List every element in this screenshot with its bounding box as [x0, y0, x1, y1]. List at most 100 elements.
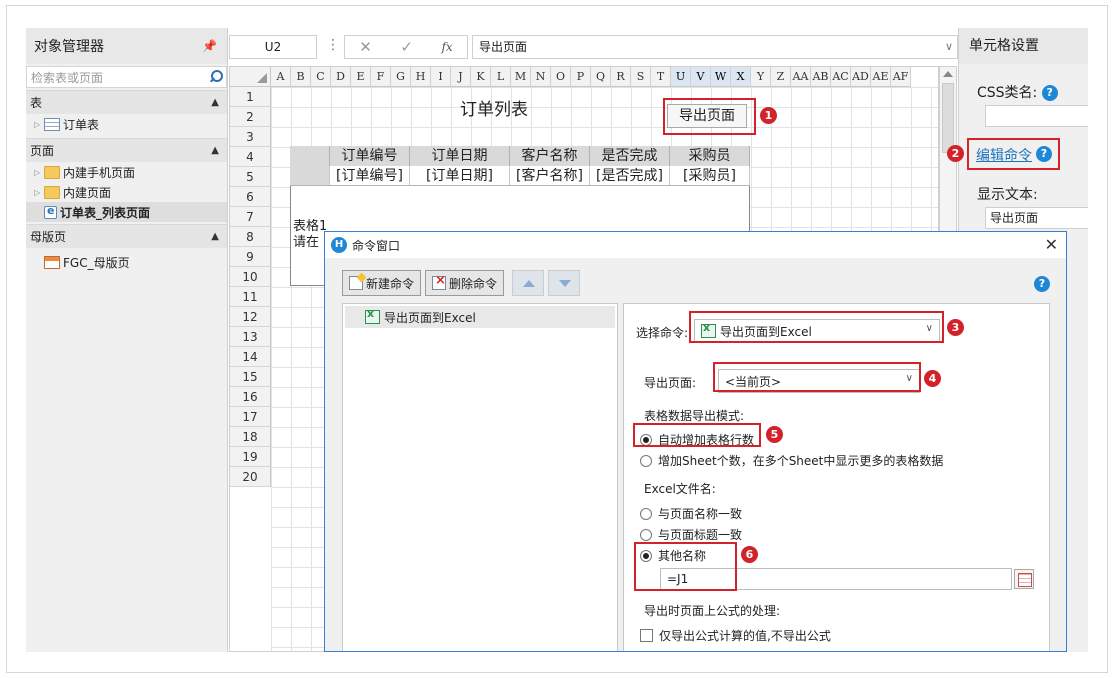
- table-header[interactable]: 订单日期: [410, 146, 510, 166]
- move-up-button[interactable]: [512, 270, 545, 296]
- formula-editor-icon[interactable]: [1014, 569, 1034, 589]
- row-header[interactable]: 7: [230, 207, 271, 227]
- column-header[interactable]: D: [331, 67, 351, 87]
- name-same-page-radio[interactable]: 与页面名称一致: [640, 505, 742, 522]
- table-cell[interactable]: [订单编号]: [330, 166, 410, 185]
- cell-reference-box[interactable]: U2: [229, 35, 317, 59]
- row-header[interactable]: 16: [230, 387, 271, 407]
- name-same-title-radio[interactable]: 与页面标题一致: [640, 526, 742, 543]
- column-header[interactable]: L: [491, 67, 511, 87]
- column-header[interactable]: R: [611, 67, 631, 87]
- row-header[interactable]: 12: [230, 307, 271, 327]
- column-header[interactable]: T: [651, 67, 671, 87]
- table-cell[interactable]: [是否完成]: [590, 166, 670, 185]
- expand-icon[interactable]: ▷: [34, 168, 44, 177]
- function-icon[interactable]: fx: [441, 40, 452, 54]
- row-header[interactable]: 15: [230, 367, 271, 387]
- column-header[interactable]: B: [291, 67, 311, 87]
- values-only-checkbox[interactable]: 仅导出公式计算的值,不导出公式: [640, 627, 831, 644]
- row-header[interactable]: 17: [230, 407, 271, 427]
- command-list[interactable]: 导出页面到Excel: [342, 303, 618, 651]
- column-header[interactable]: AD: [851, 67, 871, 87]
- row-header[interactable]: 10: [230, 267, 271, 287]
- column-header[interactable]: W: [711, 67, 731, 87]
- column-header[interactable]: A: [271, 67, 291, 87]
- table-header[interactable]: 采购员: [670, 146, 750, 166]
- list-item[interactable]: 导出页面到Excel: [345, 306, 615, 328]
- close-icon[interactable]: ✕: [1045, 235, 1058, 254]
- radio-icon[interactable]: [640, 507, 652, 520]
- column-header[interactable]: V: [691, 67, 711, 87]
- radio-icon[interactable]: [640, 454, 652, 467]
- row-header[interactable]: 19: [230, 447, 271, 467]
- row-header[interactable]: 6: [230, 187, 271, 207]
- column-header[interactable]: J: [451, 67, 471, 87]
- table-cell[interactable]: [订单日期]: [410, 166, 510, 185]
- row-header[interactable]: 1: [230, 87, 271, 107]
- row-header[interactable]: 3: [230, 127, 271, 147]
- row-header[interactable]: 13: [230, 327, 271, 347]
- row-header[interactable]: 14: [230, 347, 271, 367]
- move-down-button[interactable]: [548, 270, 581, 296]
- chevron-down-icon[interactable]: ∨: [945, 36, 953, 58]
- column-header[interactable]: F: [371, 67, 391, 87]
- column-header[interactable]: AF: [891, 67, 911, 87]
- column-header[interactable]: AB: [811, 67, 831, 87]
- row-header[interactable]: 20: [230, 467, 271, 487]
- column-header[interactable]: S: [631, 67, 651, 87]
- column-header[interactable]: H: [411, 67, 431, 87]
- column-header[interactable]: Y: [751, 67, 771, 87]
- formula-input[interactable]: 导出页面 ∨: [472, 35, 958, 59]
- checkbox-icon[interactable]: [640, 629, 653, 642]
- cancel-icon[interactable]: ✕: [359, 38, 372, 56]
- column-header[interactable]: X: [731, 67, 751, 87]
- splitter-icon[interactable]: ⋮: [326, 37, 340, 53]
- mode-sheets-radio[interactable]: 增加Sheet个数，在多个Sheet中显示更多的表格数据: [640, 452, 943, 469]
- column-header[interactable]: N: [531, 67, 551, 87]
- confirm-icon[interactable]: ✓: [400, 38, 413, 56]
- column-header[interactable]: Q: [591, 67, 611, 87]
- select-all-corner[interactable]: [230, 67, 271, 87]
- tree-item-master-page[interactable]: FGC_母版页: [26, 252, 227, 272]
- column-header[interactable]: E: [351, 67, 371, 87]
- row-header[interactable]: 5: [230, 167, 271, 187]
- column-header[interactable]: Z: [771, 67, 791, 87]
- row-header[interactable]: 8: [230, 227, 271, 247]
- column-header[interactable]: O: [551, 67, 571, 87]
- row-header[interactable]: 11: [230, 287, 271, 307]
- tree-item-mobile-pages[interactable]: ▷ 内建手机页面: [26, 162, 227, 182]
- tree-item-order-list-page[interactable]: 订单表_列表页面: [26, 202, 227, 222]
- column-header[interactable]: AC: [831, 67, 851, 87]
- column-header[interactable]: U: [671, 67, 691, 87]
- column-header[interactable]: G: [391, 67, 411, 87]
- section-masters[interactable]: 母版页 ▲: [26, 224, 227, 248]
- help-icon[interactable]: ?: [1034, 276, 1050, 292]
- row-header[interactable]: 18: [230, 427, 271, 447]
- column-header[interactable]: C: [311, 67, 331, 87]
- column-header[interactable]: K: [471, 67, 491, 87]
- css-class-input[interactable]: [985, 105, 1088, 127]
- scroll-up-icon[interactable]: [943, 71, 953, 77]
- new-command-button[interactable]: 新建命令: [342, 270, 422, 296]
- column-header[interactable]: P: [571, 67, 591, 87]
- column-header[interactable]: AA: [791, 67, 811, 87]
- row-header[interactable]: 2: [230, 107, 271, 127]
- radio-icon[interactable]: [640, 528, 652, 541]
- search-icon[interactable]: [208, 70, 223, 84]
- table-header[interactable]: 是否完成: [590, 146, 670, 166]
- tree-item-order-table[interactable]: ▷ 订单表: [26, 114, 227, 134]
- display-text-input[interactable]: 导出页面: [985, 207, 1088, 229]
- column-header[interactable]: I: [431, 67, 451, 87]
- section-tables[interactable]: 表 ▲: [26, 90, 227, 114]
- table-header[interactable]: 客户名称: [510, 146, 590, 166]
- section-pages[interactable]: 页面 ▲: [26, 138, 227, 162]
- pin-icon[interactable]: 📌: [202, 39, 217, 53]
- row-header[interactable]: 9: [230, 247, 271, 267]
- table-cell[interactable]: [客户名称]: [510, 166, 590, 185]
- expand-icon[interactable]: ▷: [34, 188, 44, 197]
- search-box[interactable]: 检索表或页面: [26, 66, 227, 88]
- delete-command-button[interactable]: 删除命令: [425, 270, 505, 296]
- table-header[interactable]: 订单编号: [330, 146, 410, 166]
- expand-icon[interactable]: ▷: [34, 120, 44, 129]
- column-header[interactable]: AE: [871, 67, 891, 87]
